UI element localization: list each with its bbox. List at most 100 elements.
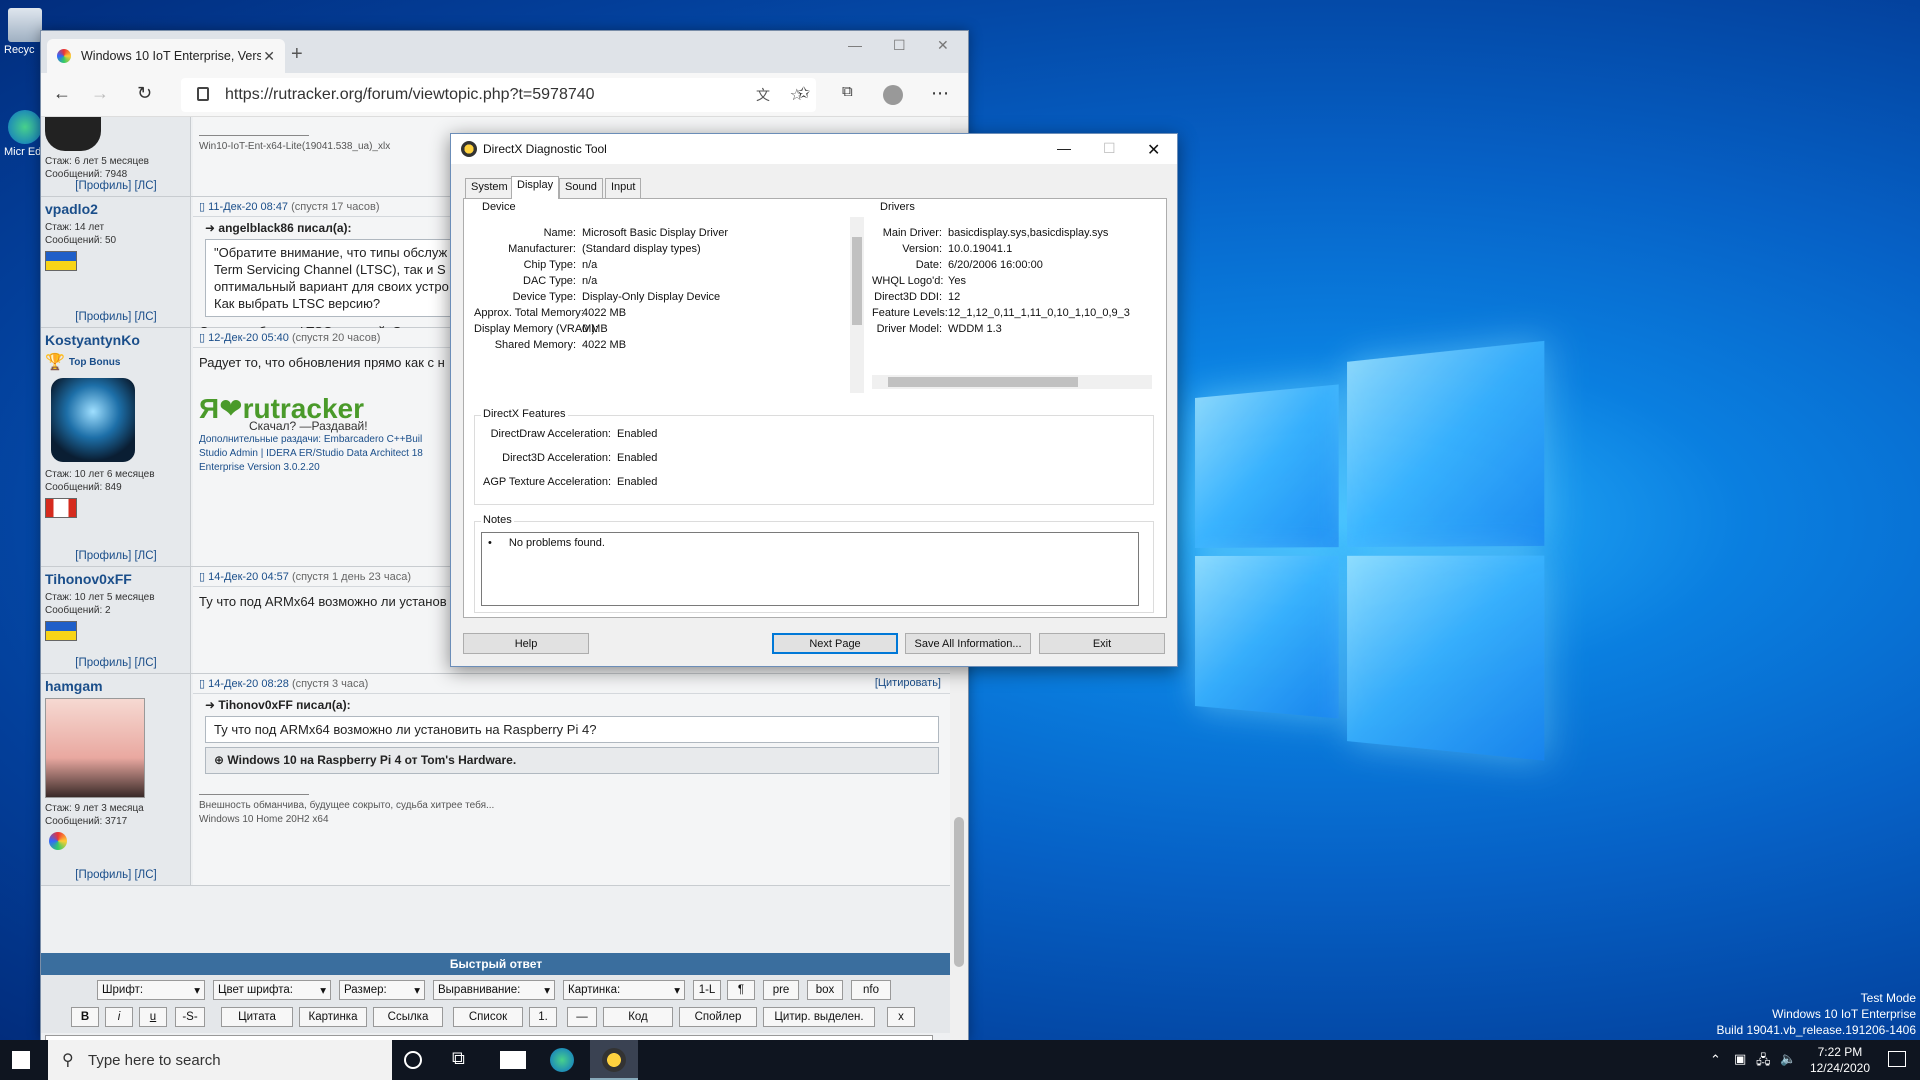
box-button[interactable]: box [807,980,843,1000]
tray-chevron-icon[interactable]: ⌃ [1710,1052,1721,1068]
url-field[interactable]: https://rutracker.org/forum/viewtopic.ph… [181,78,816,112]
paragraph-button[interactable]: ¶ [727,980,755,1000]
dx-close-button[interactable]: ✕ [1147,140,1160,160]
dx-maximize-button[interactable]: ☐ [1103,140,1116,157]
quote-insert-button[interactable]: Цитата [221,1007,293,1027]
scrollbar-thumb[interactable] [852,237,862,325]
task-view-icon[interactable]: ⧉ [452,1048,476,1072]
underline-button[interactable]: u [139,1007,167,1027]
exit-button[interactable]: Exit [1039,633,1165,654]
scrollbar-thumb[interactable] [954,817,964,967]
feature-field-value: Enabled [617,428,657,440]
bold-button[interactable]: B [71,1007,99,1027]
back-icon[interactable]: ← [53,83,71,104]
align-select[interactable]: Выравнивание: ▾ [433,980,555,1000]
scrollbar-thumb[interactable] [888,377,1078,387]
tab-title: Windows 10 IoT Enterprise, Versi [81,49,261,63]
post-username[interactable]: vpadlo2 [41,197,190,221]
mail-icon[interactable] [500,1051,526,1069]
new-tab-button[interactable]: + [291,43,303,66]
profile-links[interactable]: [Профиль] [ЛС] [41,550,191,562]
numbered-list-button[interactable]: 1. [529,1007,557,1027]
post-username[interactable]: Tihonov0xFF [41,567,190,591]
trophy-icon: 🏆 [45,352,65,372]
maximize-button[interactable]: ☐ [893,37,906,54]
post-header: ▯ 14-Дек-20 08:28 (спустя 3 часа) [Цитир… [193,674,951,694]
device-field-label: Name: [474,227,576,239]
close-tags-button[interactable]: x [887,1007,915,1027]
device-field-value: Microsoft Basic Display Driver [582,227,728,239]
font-color-select[interactable]: Цвет шрифта: ▾ [213,980,331,1000]
edge-desktop-icon[interactable]: Micr Ed [4,110,44,158]
code-button[interactable]: Код [603,1007,673,1027]
nfo-button[interactable]: nfo [851,980,891,1000]
image-insert-button[interactable]: Картинка [299,1007,367,1027]
forward-icon[interactable]: → [91,83,109,104]
spoiler-button[interactable]: Спойлер [679,1007,757,1027]
tab-system[interactable]: System [465,178,514,198]
tab-sound[interactable]: Sound [559,178,603,198]
save-all-information-button[interactable]: Save All Information... [905,633,1031,654]
quote-button[interactable]: [Цитировать] [875,677,941,689]
device-scrollbar[interactable] [850,217,864,393]
list-button[interactable]: Список [453,1007,523,1027]
refresh-icon[interactable]: ↻ [137,83,152,104]
italic-button[interactable]: i [105,1007,133,1027]
notes-group: Notes • No problems found. [474,521,1154,613]
close-button[interactable]: ✕ [937,37,949,54]
tray-device-icon[interactable]: ▣ [1734,1051,1746,1067]
driver-field-value: basicdisplay.sys,basicdisplay.sys [948,227,1148,239]
taskbar-search-box[interactable]: ⚲ Type here to search [48,1040,392,1080]
device-field-value: n/a [582,259,597,271]
more-menu-icon[interactable]: ⋯ [931,83,949,104]
profile-links[interactable]: [Профиль] [ЛС] [41,311,191,323]
feature-field-value: Enabled [617,452,657,464]
next-page-button[interactable]: Next Page [772,633,898,654]
edge-taskbar-icon[interactable] [550,1048,574,1072]
font-select[interactable]: Шрифт: ▾ [97,980,205,1000]
profile-links[interactable]: [Профиль] [ЛС] [41,180,191,192]
driver-field-label: WHQL Logo'd: [872,275,942,287]
hr-button[interactable]: — [567,1007,597,1027]
tab-close-icon[interactable]: ✕ [263,48,275,65]
profile-links[interactable]: [Профиль] [ЛС] [41,657,191,669]
profile-links[interactable]: [Профиль] [ЛС] [41,869,191,881]
post-username[interactable]: KostyantynKo [41,328,190,352]
start-windows-icon[interactable] [12,1051,30,1069]
dxdiag-taskbar-button[interactable] [590,1040,638,1080]
browser-tab[interactable]: Windows 10 IoT Enterprise, Versi ✕ [47,39,285,73]
quote-author: ➜ Tihonov0xFF писал(а): [193,694,951,716]
device-field-value: (Standard display types) [582,243,701,255]
profile-avatar-icon[interactable] [883,85,903,105]
driver-field-value: Yes [948,275,1148,287]
taskbar-clock[interactable]: 7:22 PM 12/24/2020 [1810,1044,1870,1076]
signature-divider [199,794,309,795]
pre-button[interactable]: pre [763,980,799,1000]
tab-input[interactable]: Input [605,178,641,198]
forum-post: hamgam Стаж: 9 лет 3 месяца Сообщений: 3… [41,674,951,886]
network-icon[interactable]: 🖧 [1756,1051,1771,1073]
windows-logo-wallpaper [1195,338,1566,777]
drivers-hscrollbar[interactable] [872,375,1152,389]
minimize-button[interactable]: — [848,37,862,53]
favorites-icon[interactable]: ✩ [797,83,810,103]
image-select[interactable]: Картинка: ▾ [563,980,685,1000]
format-toolbar-1: Шрифт: ▾ Цвет шрифта: ▾ Размер: ▾ Выравнива… [41,975,951,1005]
spoiler-link[interactable]: ⊕ Windows 10 на Raspberry Pi 4 от Tom's … [205,747,939,774]
dx-minimize-button[interactable]: — [1057,140,1071,156]
cortana-icon[interactable] [404,1051,422,1069]
strike-button[interactable]: -S- [175,1007,205,1027]
help-button[interactable]: Help [463,633,589,654]
taskbar: ⚲ Type here to search ⧉ ⌃ ▣ 🖧 🔈 7:22 PM … [0,1040,1920,1080]
font-size-select[interactable]: Размер: ▾ [339,980,425,1000]
translate-icon[interactable]: 文 [756,85,770,105]
tab-display[interactable]: Display [511,176,559,199]
collections-icon[interactable]: ⧉ [842,83,853,100]
link-insert-button[interactable]: Ссылка [373,1007,443,1027]
post-username[interactable]: hamgam [41,674,190,698]
quote-selection-button[interactable]: Цитир. выделен. [763,1007,875,1027]
ltr-button[interactable]: 1-L [693,980,721,1000]
notifications-icon[interactable] [1888,1051,1906,1067]
volume-icon[interactable]: 🔈 [1780,1051,1796,1067]
recycle-bin-desktop-icon[interactable]: Recyc [4,8,44,56]
